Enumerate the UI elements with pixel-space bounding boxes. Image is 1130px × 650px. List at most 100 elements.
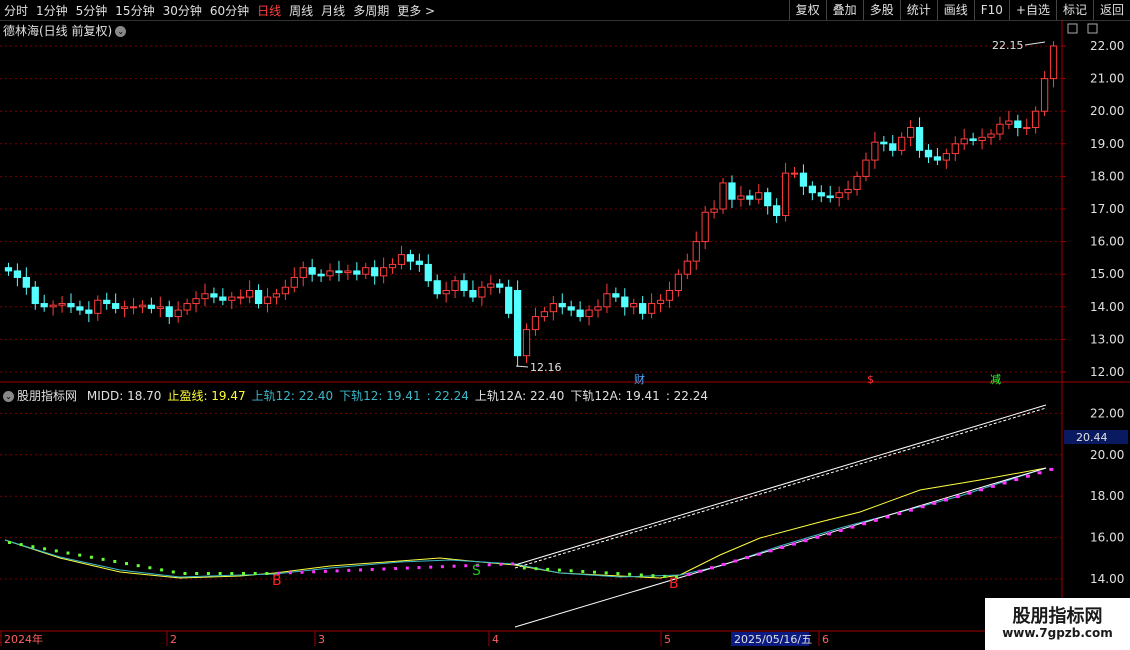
trailing-stop-dot xyxy=(288,571,292,575)
trailing-stop-dot xyxy=(160,568,164,572)
candle-body xyxy=(987,133,995,138)
trailing-stop-dot xyxy=(417,566,421,570)
trailing-stop-dot xyxy=(347,568,351,572)
candle-body xyxy=(308,267,316,275)
trailing-stop-dot xyxy=(78,553,82,557)
candle-body xyxy=(326,270,334,277)
trailing-stop-dot xyxy=(651,574,655,578)
trailing-stop-dot xyxy=(511,562,515,566)
candle-body xyxy=(40,303,48,308)
trailing-stop-dot xyxy=(522,566,526,570)
signal-marker: B xyxy=(669,576,679,592)
candle-body xyxy=(960,138,968,145)
trailing-stop-dot xyxy=(253,572,257,575)
candle-body xyxy=(1032,110,1040,128)
trailing-stop-dot xyxy=(230,572,234,575)
watermark-url: www.7gpzb.com xyxy=(1002,626,1113,640)
panel-maximize-icon xyxy=(1087,23,1098,34)
cursor-date: 2025/05/16/五 xyxy=(734,633,812,646)
candle-body xyxy=(371,267,379,277)
trailing-stop-dot xyxy=(171,570,175,574)
candle-body xyxy=(522,329,531,357)
candle-body xyxy=(263,296,272,305)
candle-body xyxy=(603,293,611,308)
trailing-stop-dot xyxy=(581,569,585,573)
upper-band-line xyxy=(514,404,1047,566)
trailing-stop-dot xyxy=(323,569,327,573)
trailing-stop-dot xyxy=(113,559,117,563)
trailing-stop-dot xyxy=(639,573,643,577)
candle-body xyxy=(951,143,959,155)
kline-chart[interactable]: 22.00 21.00 20.00 19.00 18.00 17.00 16.00 15.00… xyxy=(0,0,1130,650)
candle-body xyxy=(853,175,861,190)
indicator-axis-label: 22.00 xyxy=(1090,406,1124,420)
trailing-stop-dot xyxy=(604,571,608,575)
candle-body xyxy=(549,303,557,313)
candle-body xyxy=(540,311,549,318)
candle-body xyxy=(531,316,540,331)
signal-marker: B xyxy=(272,573,282,589)
trailing-stop-dot xyxy=(955,495,960,499)
candle-body xyxy=(692,241,700,262)
candle-body xyxy=(665,290,674,301)
diamond-icon xyxy=(1067,23,1078,34)
candle-body xyxy=(915,127,924,151)
price-axis-label: 22.00 xyxy=(1090,39,1124,53)
indicator-axis-label: 20.00 xyxy=(1090,448,1124,462)
trailing-stop-dot xyxy=(19,543,23,547)
candle-body xyxy=(1014,120,1022,129)
trailing-stop-dot xyxy=(534,567,538,571)
price-axis-label: 20.00 xyxy=(1090,104,1124,118)
price-axis-label: 17.00 xyxy=(1090,202,1124,216)
watermark: 股朋指标网 www.7gpzb.com xyxy=(985,598,1130,650)
trailing-stop-dot xyxy=(300,570,304,574)
trailing-stop-dot xyxy=(242,572,245,575)
low-pointer xyxy=(515,365,529,368)
trailing-stop-dot xyxy=(990,484,995,488)
midd-line xyxy=(4,467,1047,578)
trailing-stop-dot xyxy=(815,535,820,539)
trailing-stop-dot xyxy=(148,566,152,570)
candle-body xyxy=(612,293,620,298)
candle-body xyxy=(147,304,156,309)
candle-body xyxy=(898,136,906,151)
candle-body xyxy=(192,298,200,305)
candle-body xyxy=(746,195,754,200)
candle-body xyxy=(630,303,638,308)
candle-body xyxy=(254,290,263,305)
candle-body xyxy=(719,182,727,210)
price-axis-label: 15.00 xyxy=(1090,267,1124,281)
candle-body xyxy=(558,303,566,308)
trailing-stop-dot xyxy=(405,566,409,570)
trailing-stop-dot xyxy=(43,547,47,551)
candle-body xyxy=(978,136,986,142)
trailing-stop-dot xyxy=(838,528,843,532)
candle-body xyxy=(621,296,629,308)
trailing-stop-dot xyxy=(780,545,785,549)
candle-body xyxy=(880,141,888,145)
trailing-stop-dot xyxy=(8,541,11,544)
candle-body xyxy=(1005,120,1013,125)
trailing-stop-dot xyxy=(710,566,714,570)
trailing-stop-dot xyxy=(686,573,691,577)
candle-body xyxy=(103,299,111,305)
trailing-stop-dot xyxy=(756,552,761,556)
candle-body xyxy=(379,267,388,277)
candle-body xyxy=(344,270,352,274)
candle-body xyxy=(790,172,799,175)
candle-body xyxy=(674,273,683,292)
trailing-stop-dot xyxy=(593,570,596,574)
candle-body xyxy=(228,296,236,301)
candle-body xyxy=(639,303,647,314)
candle-body xyxy=(58,303,66,306)
candle-body xyxy=(1049,45,1058,80)
trailing-stop-dot xyxy=(359,568,362,572)
trailing-stop-dot xyxy=(499,562,503,566)
trailing-stop-dot xyxy=(932,501,937,505)
candle-body xyxy=(567,306,575,311)
candle-body xyxy=(585,309,593,318)
price-axis-label: 18.00 xyxy=(1090,169,1124,183)
candle-body xyxy=(460,280,468,292)
candle-body xyxy=(594,306,602,311)
candle-body xyxy=(237,296,245,299)
